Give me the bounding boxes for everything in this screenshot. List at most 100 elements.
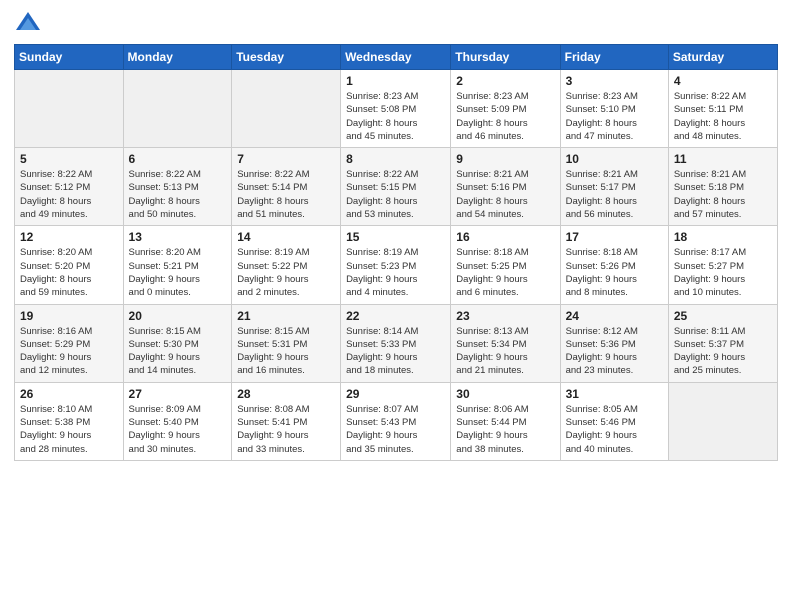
day-number: 21	[237, 309, 335, 323]
weekday-sunday: Sunday	[15, 45, 124, 70]
calendar-cell: 14 Sunrise: 8:19 AM Sunset: 5:22 PM Dayli…	[232, 226, 341, 304]
week-row-5: 26 Sunrise: 8:10 AM Sunset: 5:38 PM Dayli…	[15, 382, 778, 460]
day-number: 13	[129, 230, 227, 244]
day-number: 1	[346, 74, 445, 88]
calendar-cell: 5 Sunrise: 8:22 AM Sunset: 5:12 PM Daylig…	[15, 148, 124, 226]
day-number: 20	[129, 309, 227, 323]
weekday-tuesday: Tuesday	[232, 45, 341, 70]
day-number: 23	[456, 309, 554, 323]
day-info: Sunrise: 8:11 AM Sunset: 5:37 PM Dayligh…	[674, 326, 746, 377]
day-info: Sunrise: 8:18 AM Sunset: 5:25 PM Dayligh…	[456, 247, 528, 298]
calendar-cell: 9 Sunrise: 8:21 AM Sunset: 5:16 PM Daylig…	[451, 148, 560, 226]
logo	[14, 10, 46, 38]
day-info: Sunrise: 8:23 AM Sunset: 5:09 PM Dayligh…	[456, 91, 528, 142]
day-number: 24	[566, 309, 663, 323]
day-info: Sunrise: 8:22 AM Sunset: 5:14 PM Dayligh…	[237, 169, 309, 220]
calendar-cell: 31 Sunrise: 8:05 AM Sunset: 5:46 PM Dayli…	[560, 382, 668, 460]
day-info: Sunrise: 8:22 AM Sunset: 5:13 PM Dayligh…	[129, 169, 201, 220]
day-number: 29	[346, 387, 445, 401]
calendar: SundayMondayTuesdayWednesdayThursdayFrid…	[14, 44, 778, 461]
day-info: Sunrise: 8:12 AM Sunset: 5:36 PM Dayligh…	[566, 326, 638, 377]
calendar-cell: 26 Sunrise: 8:10 AM Sunset: 5:38 PM Dayli…	[15, 382, 124, 460]
weekday-header-row: SundayMondayTuesdayWednesdayThursdayFrid…	[15, 45, 778, 70]
calendar-cell: 23 Sunrise: 8:13 AM Sunset: 5:34 PM Dayli…	[451, 304, 560, 382]
calendar-cell: 1Sunrise: 8:23 AM Sunset: 5:08 PM Daylig…	[341, 70, 451, 148]
day-number: 15	[346, 230, 445, 244]
day-number: 31	[566, 387, 663, 401]
week-row-2: 5 Sunrise: 8:22 AM Sunset: 5:12 PM Daylig…	[15, 148, 778, 226]
day-number: 12	[20, 230, 118, 244]
day-info: Sunrise: 8:22 AM Sunset: 5:12 PM Dayligh…	[20, 169, 92, 220]
day-number: 26	[20, 387, 118, 401]
day-info: Sunrise: 8:20 AM Sunset: 5:20 PM Dayligh…	[20, 247, 92, 298]
day-number: 22	[346, 309, 445, 323]
day-info: Sunrise: 8:16 AM Sunset: 5:29 PM Dayligh…	[20, 326, 92, 377]
day-number: 11	[674, 152, 772, 166]
calendar-cell: 25 Sunrise: 8:11 AM Sunset: 5:37 PM Dayli…	[668, 304, 777, 382]
day-number: 18	[674, 230, 772, 244]
calendar-cell: 10 Sunrise: 8:21 AM Sunset: 5:17 PM Dayli…	[560, 148, 668, 226]
header	[14, 10, 778, 38]
calendar-cell	[15, 70, 124, 148]
day-number: 5	[20, 152, 118, 166]
day-number: 9	[456, 152, 554, 166]
day-info: Sunrise: 8:10 AM Sunset: 5:38 PM Dayligh…	[20, 404, 92, 455]
day-number: 2	[456, 74, 554, 88]
day-number: 28	[237, 387, 335, 401]
day-info: Sunrise: 8:13 AM Sunset: 5:34 PM Dayligh…	[456, 326, 528, 377]
day-number: 19	[20, 309, 118, 323]
calendar-cell: 8 Sunrise: 8:22 AM Sunset: 5:15 PM Daylig…	[341, 148, 451, 226]
calendar-cell: 22 Sunrise: 8:14 AM Sunset: 5:33 PM Dayli…	[341, 304, 451, 382]
day-info: Sunrise: 8:15 AM Sunset: 5:30 PM Dayligh…	[129, 326, 201, 377]
day-info: Sunrise: 8:09 AM Sunset: 5:40 PM Dayligh…	[129, 404, 201, 455]
day-info: Sunrise: 8:21 AM Sunset: 5:18 PM Dayligh…	[674, 169, 746, 220]
week-row-3: 12 Sunrise: 8:20 AM Sunset: 5:20 PM Dayli…	[15, 226, 778, 304]
calendar-cell: 11 Sunrise: 8:21 AM Sunset: 5:18 PM Dayli…	[668, 148, 777, 226]
calendar-cell: 3Sunrise: 8:23 AM Sunset: 5:10 PM Daylig…	[560, 70, 668, 148]
calendar-cell: 19 Sunrise: 8:16 AM Sunset: 5:29 PM Dayli…	[15, 304, 124, 382]
calendar-cell: 16Sunrise: 8:18 AM Sunset: 5:25 PM Dayli…	[451, 226, 560, 304]
day-number: 7	[237, 152, 335, 166]
day-info: Sunrise: 8:15 AM Sunset: 5:31 PM Dayligh…	[237, 326, 309, 377]
calendar-cell	[232, 70, 341, 148]
day-info: Sunrise: 8:05 AM Sunset: 5:46 PM Dayligh…	[566, 404, 638, 455]
weekday-wednesday: Wednesday	[341, 45, 451, 70]
day-info: Sunrise: 8:17 AM Sunset: 5:27 PM Dayligh…	[674, 247, 746, 298]
day-info: Sunrise: 8:19 AM Sunset: 5:22 PM Dayligh…	[237, 247, 309, 298]
day-info: Sunrise: 8:08 AM Sunset: 5:41 PM Dayligh…	[237, 404, 309, 455]
calendar-cell: 4 Sunrise: 8:22 AM Sunset: 5:11 PM Daylig…	[668, 70, 777, 148]
calendar-cell: 27Sunrise: 8:09 AM Sunset: 5:40 PM Dayli…	[123, 382, 232, 460]
calendar-cell: 13 Sunrise: 8:20 AM Sunset: 5:21 PM Dayli…	[123, 226, 232, 304]
day-number: 30	[456, 387, 554, 401]
calendar-cell: 24 Sunrise: 8:12 AM Sunset: 5:36 PM Dayli…	[560, 304, 668, 382]
calendar-cell: 28 Sunrise: 8:08 AM Sunset: 5:41 PM Dayli…	[232, 382, 341, 460]
day-info: Sunrise: 8:06 AM Sunset: 5:44 PM Dayligh…	[456, 404, 528, 455]
calendar-cell: 15 Sunrise: 8:19 AM Sunset: 5:23 PM Dayli…	[341, 226, 451, 304]
day-number: 14	[237, 230, 335, 244]
logo-icon	[14, 10, 42, 38]
day-number: 25	[674, 309, 772, 323]
day-info: Sunrise: 8:21 AM Sunset: 5:16 PM Dayligh…	[456, 169, 528, 220]
calendar-cell: 20 Sunrise: 8:15 AM Sunset: 5:30 PM Dayli…	[123, 304, 232, 382]
week-row-4: 19 Sunrise: 8:16 AM Sunset: 5:29 PM Dayli…	[15, 304, 778, 382]
calendar-cell: 17Sunrise: 8:18 AM Sunset: 5:26 PM Dayli…	[560, 226, 668, 304]
day-number: 6	[129, 152, 227, 166]
day-info: Sunrise: 8:19 AM Sunset: 5:23 PM Dayligh…	[346, 247, 418, 298]
calendar-cell: 29Sunrise: 8:07 AM Sunset: 5:43 PM Dayli…	[341, 382, 451, 460]
calendar-cell	[668, 382, 777, 460]
day-info: Sunrise: 8:14 AM Sunset: 5:33 PM Dayligh…	[346, 326, 418, 377]
calendar-cell: 21 Sunrise: 8:15 AM Sunset: 5:31 PM Dayli…	[232, 304, 341, 382]
page: SundayMondayTuesdayWednesdayThursdayFrid…	[0, 0, 792, 612]
day-number: 4	[674, 74, 772, 88]
day-info: Sunrise: 8:22 AM Sunset: 5:15 PM Dayligh…	[346, 169, 418, 220]
day-info: Sunrise: 8:20 AM Sunset: 5:21 PM Dayligh…	[129, 247, 201, 298]
weekday-saturday: Saturday	[668, 45, 777, 70]
calendar-cell: 6 Sunrise: 8:22 AM Sunset: 5:13 PM Daylig…	[123, 148, 232, 226]
calendar-cell: 7 Sunrise: 8:22 AM Sunset: 5:14 PM Daylig…	[232, 148, 341, 226]
day-info: Sunrise: 8:18 AM Sunset: 5:26 PM Dayligh…	[566, 247, 638, 298]
calendar-cell: 18 Sunrise: 8:17 AM Sunset: 5:27 PM Dayli…	[668, 226, 777, 304]
day-number: 8	[346, 152, 445, 166]
day-info: Sunrise: 8:21 AM Sunset: 5:17 PM Dayligh…	[566, 169, 638, 220]
day-number: 10	[566, 152, 663, 166]
day-info: Sunrise: 8:22 AM Sunset: 5:11 PM Dayligh…	[674, 91, 746, 142]
